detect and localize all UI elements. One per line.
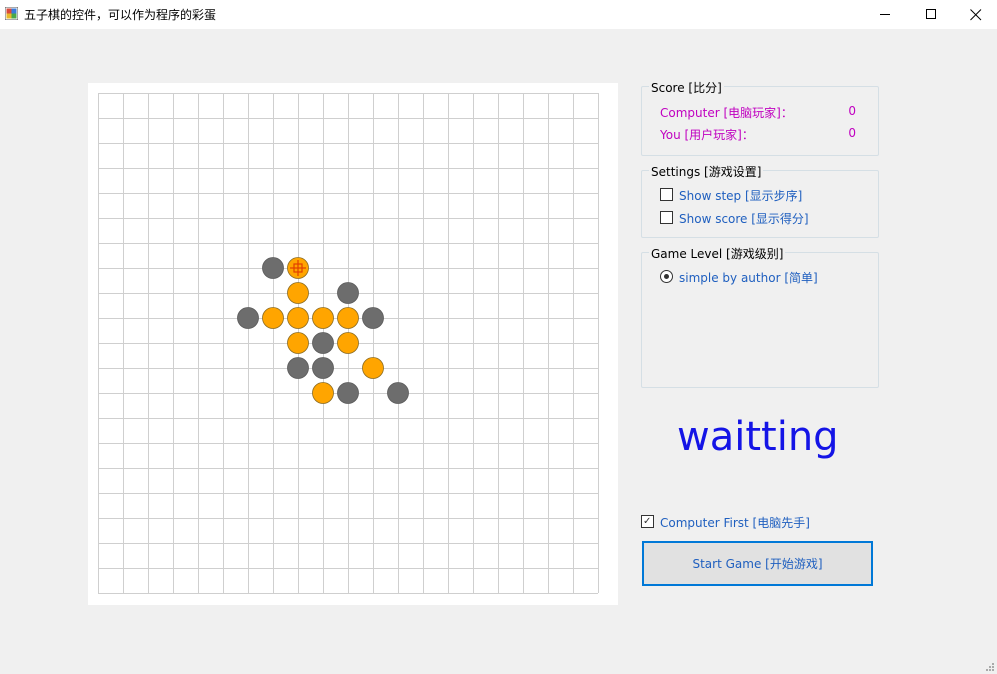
user-stone	[312, 307, 334, 329]
score-legend: Score [比分]	[649, 79, 724, 96]
resize-grip-icon[interactable]	[985, 662, 995, 672]
user-stone	[337, 332, 359, 354]
computer-score-value: 0	[848, 104, 856, 118]
score-group: Score [比分] Computer [电脑玩家]： 0 You [用户玩家]…	[641, 79, 879, 156]
checkbox-icon[interactable]	[660, 211, 673, 224]
user-stone	[337, 307, 359, 329]
settings-legend: Settings [游戏设置]	[649, 163, 764, 180]
maximize-button[interactable]	[908, 0, 954, 29]
computer-stone	[337, 382, 359, 404]
start-game-button[interactable]: Start Game [开始游戏]	[642, 541, 873, 586]
gomoku-board-panel[interactable]	[88, 83, 618, 605]
minimize-button[interactable]	[862, 0, 908, 29]
checkbox-icon[interactable]	[660, 188, 673, 201]
game-level-group: Game Level [游戏级别] simple by author [简单]	[641, 245, 879, 388]
checkbox-checked-icon[interactable]: ✓	[641, 515, 654, 528]
show-score-label[interactable]: Show score [显示得分]	[679, 210, 809, 227]
computer-stone	[312, 332, 334, 354]
close-button[interactable]	[953, 0, 997, 29]
user-stone	[312, 382, 334, 404]
window-title: 五子棋的控件，可以作为程序的彩蛋	[24, 8, 217, 22]
computer-stone	[312, 357, 334, 379]
computer-stone	[337, 282, 359, 304]
user-stone	[287, 332, 309, 354]
last-move-stone	[287, 257, 309, 279]
close-icon	[970, 9, 982, 21]
user-stone	[287, 307, 309, 329]
app-icon	[5, 7, 18, 20]
user-score-value: 0	[848, 126, 856, 140]
user-stone	[287, 282, 309, 304]
title-bar: 五子棋的控件，可以作为程序的彩蛋	[0, 0, 997, 29]
computer-stone	[362, 307, 384, 329]
user-score-row: You [用户玩家]： 0	[660, 126, 856, 143]
show-step-label[interactable]: Show step [显示步序]	[679, 187, 802, 204]
simple-level-label[interactable]: simple by author [简单]	[679, 269, 818, 286]
minimize-icon	[880, 14, 890, 15]
settings-group: Settings [游戏设置] Show step [显示步序] Show sc…	[641, 163, 879, 238]
computer-stone	[262, 257, 284, 279]
computer-stone	[287, 357, 309, 379]
computer-first-label[interactable]: Computer First [电脑先手]	[660, 514, 810, 531]
user-score-label: You [用户玩家]：	[660, 128, 754, 142]
radio-dot-icon	[664, 274, 669, 279]
computer-score-label: Computer [电脑玩家]：	[660, 106, 793, 120]
game-status-text: waitting	[677, 414, 839, 460]
computer-stone	[237, 307, 259, 329]
game-level-legend: Game Level [游戏级别]	[649, 245, 786, 262]
computer-score-row: Computer [电脑玩家]： 0	[660, 104, 856, 121]
radio-selected-icon[interactable]	[660, 270, 673, 283]
gomoku-board[interactable]	[88, 83, 618, 605]
user-stone	[362, 357, 384, 379]
checkmark-icon: ✓	[643, 516, 652, 527]
user-stone	[262, 307, 284, 329]
maximize-icon	[926, 9, 936, 19]
computer-stone	[387, 382, 409, 404]
